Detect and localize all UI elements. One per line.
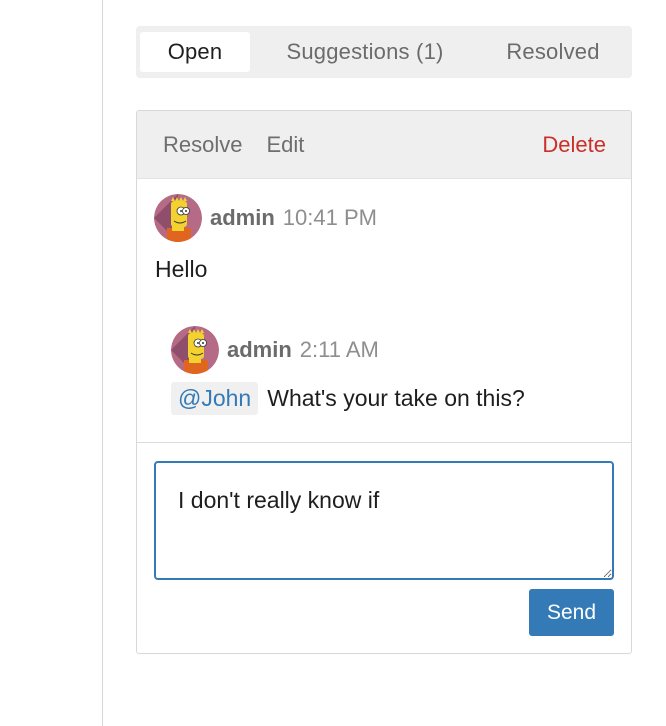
tab-resolved[interactable]: Resolved bbox=[478, 32, 628, 72]
comment-toolbar: Resolve Edit Delete bbox=[137, 111, 631, 179]
comment-author: admin bbox=[227, 337, 292, 362]
tab-suggestions[interactable]: Suggestions (1) bbox=[252, 32, 478, 72]
comment-author: admin bbox=[210, 205, 275, 230]
comment-text: What's your take on this? bbox=[267, 385, 525, 411]
send-button[interactable]: Send bbox=[529, 589, 614, 636]
cartoon-avatar-icon bbox=[154, 194, 202, 242]
comment-body: Hello bbox=[155, 256, 208, 282]
page-divider bbox=[102, 0, 103, 726]
delete-button[interactable]: Delete bbox=[542, 132, 606, 158]
comment-filter-tabs: Open Suggestions (1) Resolved bbox=[136, 26, 632, 78]
tab-open[interactable]: Open bbox=[140, 32, 250, 72]
reply-textarea[interactable]: I don't really know if bbox=[154, 461, 614, 580]
reply-comment: admin 2:11 AM @John What's your take on … bbox=[171, 326, 525, 415]
divider bbox=[137, 442, 631, 443]
resolve-button[interactable]: Resolve bbox=[163, 132, 242, 158]
comment-header: admin 2:11 AM bbox=[171, 326, 379, 374]
comment-thread-card: Resolve Edit Delete admin 10:41 PM Hello… bbox=[136, 110, 632, 654]
comment: admin 10:41 PM Hello bbox=[154, 194, 377, 282]
comment-body: @John What's your take on this? bbox=[171, 382, 525, 415]
comment-header: admin 10:41 PM bbox=[154, 194, 377, 242]
edit-button[interactable]: Edit bbox=[266, 132, 304, 158]
user-mention[interactable]: @John bbox=[171, 382, 259, 415]
comment-timestamp: 10:41 PM bbox=[282, 205, 377, 230]
cartoon-avatar-icon bbox=[171, 326, 219, 374]
comment-timestamp: 2:11 AM bbox=[299, 337, 379, 362]
